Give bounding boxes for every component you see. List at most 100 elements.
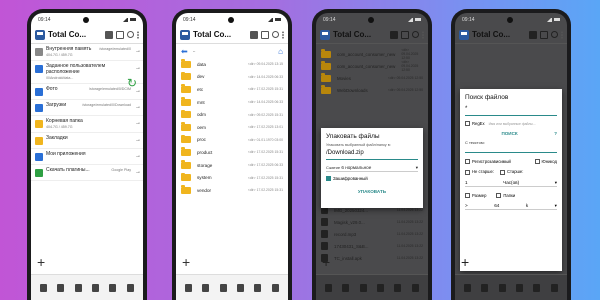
windows-icon[interactable]: [271, 283, 279, 292]
refresh-icon[interactable]: ↻: [127, 76, 137, 90]
back-arrow-icon[interactable]: ⬅: [181, 47, 188, 56]
folder-row[interactable]: WebDownloads <dir> 09.04.2025 12:50: [316, 84, 428, 96]
home-icon[interactable]: ⌂: [278, 47, 283, 56]
home-list-item[interactable]: Закладки →: [31, 133, 143, 149]
folder-row[interactable]: com_account_consumer_new <dir> 09.04.2025…: [316, 60, 428, 72]
folder-row[interactable]: odm <dir> 09.02.2025 15:31: [176, 108, 288, 121]
add-icon[interactable]: +: [37, 255, 45, 269]
text-input[interactable]: [465, 145, 557, 153]
copy-files-icon[interactable]: [481, 283, 489, 292]
copy-icon[interactable]: [261, 30, 269, 39]
folder-icon[interactable]: [529, 30, 537, 39]
unicode-checkbox[interactable]: [534, 159, 540, 165]
folder-row[interactable]: com_account_consumer_new <dir> 09.04.2025…: [316, 48, 428, 60]
encrypt-checkbox[interactable]: [326, 176, 331, 182]
delete-icon[interactable]: [92, 283, 100, 292]
pack-button[interactable]: УПАКОВАТЬ: [326, 189, 418, 194]
size-unit[interactable]: k: [526, 203, 528, 209]
folder-icon[interactable]: [105, 30, 113, 39]
regex-checkbox[interactable]: [465, 121, 470, 126]
signal-icon: [268, 17, 273, 22]
home-list-item[interactable]: Корневая папка 404.7G / 459.7G →: [31, 116, 143, 133]
search-icon[interactable]: [127, 31, 134, 38]
more-menu-icon[interactable]: [282, 30, 284, 39]
age-unit[interactable]: Час(ов): [503, 180, 519, 186]
help-icon[interactable]: ?: [554, 131, 557, 136]
file-row[interactable]: Magisk_v29.0... 11.04.2025 13:22: [316, 216, 428, 228]
case-checkbox[interactable]: [465, 159, 470, 165]
home-list-item[interactable]: Скачать плагины... Google Play →: [31, 165, 143, 181]
size-checkbox[interactable]: [465, 193, 470, 199]
archive-path-input[interactable]: /Download.zip: [326, 150, 418, 160]
more-menu-icon[interactable]: [561, 30, 563, 39]
age-value[interactable]: 1: [465, 180, 468, 186]
folder-row[interactable]: storage <dir> 17.02.2025 06:33: [176, 159, 288, 172]
size-operator[interactable]: >: [465, 203, 468, 209]
older-checkbox[interactable]: [500, 169, 505, 175]
archive-icon[interactable]: [359, 283, 367, 292]
home-list-item[interactable]: Загрузки/storage/emulated/0/Download →: [31, 100, 143, 116]
copy-icon[interactable]: [401, 30, 409, 39]
folders-checkbox[interactable]: [496, 193, 502, 199]
encrypt-row[interactable]: Зашифрованный: [326, 176, 418, 182]
folder-row[interactable]: system <dir> 17.02.2025 15:31: [176, 171, 288, 184]
folder-row[interactable]: proc <dir> 01.01.1970 03:00: [176, 134, 288, 147]
windows-icon[interactable]: [126, 283, 134, 292]
home-list-item[interactable]: Мои приложения →: [31, 149, 143, 165]
folder-icon[interactable]: [250, 30, 258, 39]
folder-row[interactable]: vendor <dir> 17.02.2025 15:31: [176, 184, 288, 197]
sort-icon[interactable]: [109, 283, 117, 292]
filename-input[interactable]: *: [465, 106, 557, 116]
nav-row[interactable]: ⬅ .. ⌂: [176, 44, 288, 58]
search-icon[interactable]: [272, 31, 279, 38]
add-icon[interactable]: +: [322, 255, 330, 269]
archive-icon[interactable]: [498, 283, 506, 292]
search-icon[interactable]: [551, 31, 558, 38]
select-icon[interactable]: [325, 283, 333, 292]
search-icon[interactable]: [412, 31, 419, 38]
select-icon[interactable]: [464, 283, 472, 292]
delete-icon[interactable]: [237, 283, 245, 292]
delete-icon[interactable]: [516, 283, 524, 292]
size-input-row[interactable]: > 64 k ▾: [465, 203, 557, 211]
file-row[interactable]: record.mp3 11.04.2025 13:22: [316, 228, 428, 240]
more-menu-icon[interactable]: [137, 30, 139, 39]
copy-icon[interactable]: [540, 30, 548, 39]
sort-icon[interactable]: [533, 283, 541, 292]
windows-icon[interactable]: [550, 283, 558, 292]
not-older-checkbox[interactable]: [465, 169, 470, 175]
compression-select[interactable]: Сжатие 6 нормальное ▾: [326, 165, 418, 172]
search-button[interactable]: ПОИСК: [465, 131, 554, 136]
sort-icon[interactable]: [394, 283, 402, 292]
folder-row[interactable]: etc <dir> 17.02.2025 15:31: [176, 83, 288, 96]
home-list-item[interactable]: Внутренняя память 404.7G / 459.7G/storage…: [31, 44, 143, 62]
archive-icon[interactable]: [219, 283, 227, 292]
file-row[interactable]: 17430431_S&B... 11.04.2025 13:22: [316, 240, 428, 252]
more-menu-icon[interactable]: [422, 30, 424, 39]
folder-row[interactable]: product <dir> 17.02.2025 15:31: [176, 146, 288, 159]
folder-row[interactable]: data <dir> 09.04.2025 13:15: [176, 58, 288, 71]
folder-row[interactable]: mnt <dir> 14.04.2025 06:33: [176, 96, 288, 109]
add-icon[interactable]: +: [461, 255, 469, 269]
archive-icon[interactable]: [74, 283, 82, 292]
select-icon[interactable]: [185, 283, 193, 292]
age-select[interactable]: 1 Час(ов) ▾: [465, 180, 557, 187]
file-meta: 11.04.2025 13:22: [396, 244, 423, 248]
sort-icon[interactable]: [254, 283, 262, 292]
folder-row[interactable]: Movies <dir> 09.04.2025 12:50: [316, 72, 428, 84]
size-value[interactable]: 64: [494, 203, 499, 209]
up-dir-label[interactable]: ..: [193, 48, 273, 54]
copy-files-icon[interactable]: [202, 283, 210, 292]
select-icon[interactable]: [40, 283, 48, 292]
windows-icon[interactable]: [411, 283, 419, 292]
copy-icon[interactable]: [116, 30, 124, 39]
add-icon[interactable]: +: [182, 255, 190, 269]
copy-files-icon[interactable]: [342, 283, 350, 292]
folder-row[interactable]: dev <dir> 14.04.2025 06:33: [176, 71, 288, 84]
folder-icon[interactable]: [390, 30, 398, 39]
delete-icon[interactable]: [377, 283, 385, 292]
copy-files-icon[interactable]: [57, 283, 65, 292]
file-row[interactable]: TC_install.apk 11.04.2025 13:22: [316, 252, 428, 264]
folder-row[interactable]: oem <dir> 17.02.2025 13:01: [176, 121, 288, 134]
folder-name: com_account_consumer_new: [337, 51, 396, 57]
